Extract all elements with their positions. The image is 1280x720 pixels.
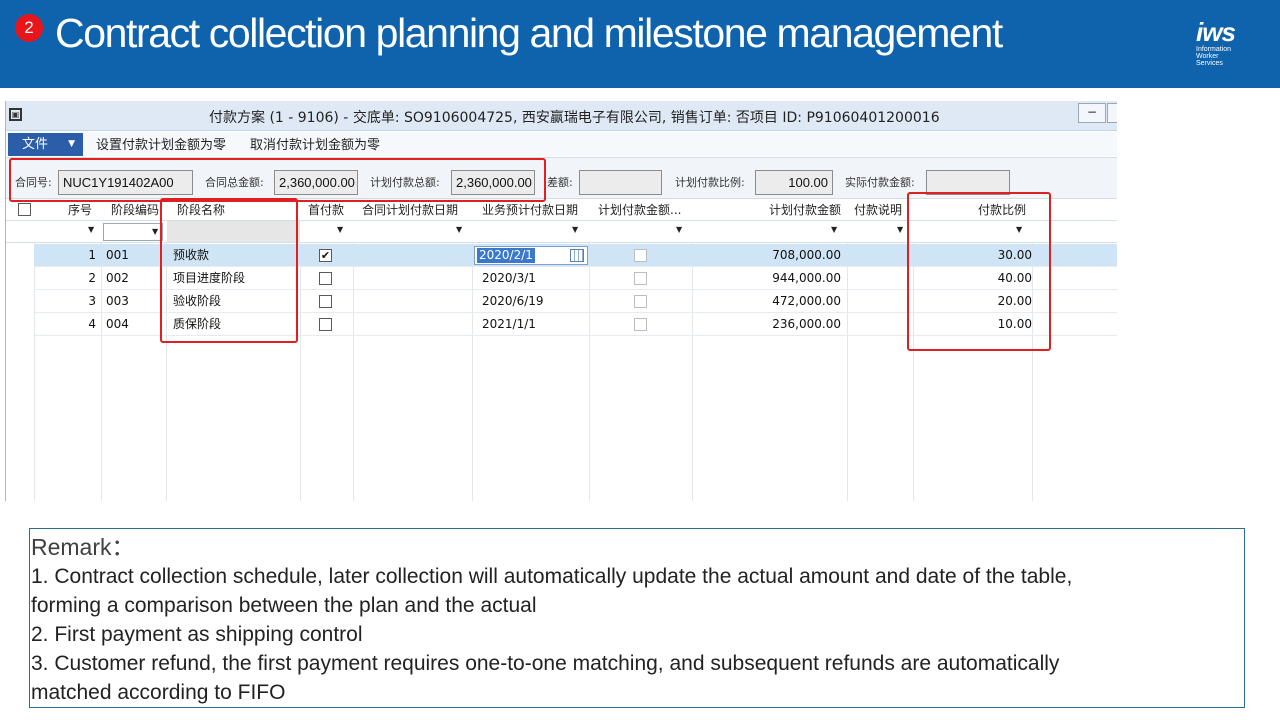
plan-amount-checkbox[interactable] <box>634 272 647 285</box>
logo-subtext-3: Services <box>1196 60 1223 67</box>
filter-dropdown-icon[interactable]: ▼ <box>897 225 903 234</box>
logo-subtext-1: Information <box>1196 46 1232 53</box>
cell-expected-date: 2020/2/1 <box>477 248 535 263</box>
remark-line-3: 3. Customer refund, the first payment re… <box>31 652 1060 675</box>
stage-code-filter-input[interactable]: ▼ <box>103 223 163 241</box>
cell-plan-amount: 708,000.00 <box>772 248 841 262</box>
expected-date-input[interactable]: 2020/2/1 <box>474 246 588 265</box>
remark-box: Remark： 1. Contract collection schedule,… <box>29 528 1245 708</box>
step-badge: 2 <box>15 14 43 42</box>
filter-dropdown-icon[interactable]: ▼ <box>831 225 837 234</box>
cell-plan-amount: 236,000.00 <box>772 317 841 331</box>
cell-stage-code: 004 <box>106 317 129 331</box>
filter-dropdown-icon: ▼ <box>152 227 159 236</box>
first-payment-checkbox[interactable] <box>319 318 332 331</box>
highlight-payment-ratio-column <box>907 192 1051 351</box>
filter-dropdown-icon[interactable]: ▼ <box>572 225 578 234</box>
filter-dropdown-icon[interactable]: ▼ <box>456 225 462 234</box>
window-title: 付款方案 (1 - 9106) - 交底单: SO9106004725, 西安赢… <box>209 110 940 126</box>
plan-amount-checkbox[interactable] <box>634 318 647 331</box>
cell-seq: 2 <box>88 271 96 285</box>
col-header-first-payment[interactable]: 首付款 <box>308 199 344 221</box>
remark-title: Remark： <box>31 534 135 560</box>
title-banner: 2 Contract collection planning and miles… <box>0 0 1280 88</box>
first-payment-checkbox[interactable]: ✔ <box>319 249 332 262</box>
remark-line-3-continued: matched according to FIFO <box>31 681 286 704</box>
select-all-checkbox[interactable] <box>18 203 31 216</box>
file-menu-button[interactable]: 文件 ▼ <box>8 133 83 156</box>
minimize-button[interactable]: − <box>1078 103 1106 123</box>
cell-expected-date: 2021/1/1 <box>482 317 536 331</box>
cell-expected-date: 2020/3/1 <box>482 271 536 285</box>
filter-dropdown-icon[interactable]: ▼ <box>676 225 682 234</box>
cell-plan-amount: 944,000.00 <box>772 271 841 285</box>
remark-line-1-continued: forming a comparison between the plan an… <box>31 594 537 617</box>
calendar-icon[interactable] <box>570 249 584 262</box>
filter-dropdown-icon[interactable]: ▼ <box>337 225 343 234</box>
plan-amount-checkbox[interactable] <box>634 249 647 262</box>
highlight-contract-summary <box>9 158 546 202</box>
highlight-stage-name-column <box>160 198 298 343</box>
file-menu-label: 文件 <box>22 137 49 152</box>
col-header-stage-code[interactable]: 阶段编码 <box>111 199 159 221</box>
cell-stage-code: 002 <box>106 271 129 285</box>
window-titlebar: ▣ 付款方案 (1 - 9106) - 交底单: SO9106004725, 西… <box>6 101 1117 131</box>
remark-line-2: 2. First payment as shipping control <box>31 623 363 646</box>
cell-plan-amount: 472,000.00 <box>772 294 841 308</box>
slide-title: Contract collection planning and milesto… <box>55 10 1003 56</box>
plan-amount-checkbox[interactable] <box>634 295 647 308</box>
difference-field[interactable] <box>579 170 662 195</box>
col-header-seq[interactable]: 序号 <box>68 199 92 221</box>
chevron-down-icon: ▼ <box>68 139 75 149</box>
plan-ratio-label: 计划付款比例: <box>675 176 745 189</box>
first-payment-checkbox[interactable] <box>319 295 332 308</box>
first-payment-checkbox[interactable] <box>319 272 332 285</box>
cancel-plan-amount-zero-button[interactable]: 取消付款计划金额为零 <box>250 134 380 153</box>
col-header-expected-date[interactable]: 业务预计付款日期 <box>482 199 578 221</box>
col-header-contract-plan-date[interactable]: 合同计划付款日期 <box>362 199 458 221</box>
actual-amount-label: 实际付款金额: <box>845 176 915 189</box>
remark-line-1: 1. Contract collection schedule, later c… <box>31 565 1073 588</box>
col-header-payment-note[interactable]: 付款说明 <box>854 199 902 221</box>
set-plan-amount-zero-button[interactable]: 设置付款计划金额为零 <box>96 134 226 153</box>
cell-expected-date: 2020/6/19 <box>482 294 544 308</box>
menu-bar: 文件 ▼ 设置付款计划金额为零 取消付款计划金额为零 <box>6 132 1117 156</box>
col-header-plan-amount[interactable]: 计划付款金额 <box>756 199 841 221</box>
cell-stage-code: 001 <box>106 248 129 262</box>
plan-ratio-field[interactable]: 100.00 <box>755 170 833 195</box>
iws-logo: iws Information Worker Services <box>1196 18 1260 80</box>
window-app-icon: ▣ <box>9 108 22 121</box>
cell-stage-code: 003 <box>106 294 129 308</box>
cell-seq: 1 <box>88 248 96 262</box>
logo-wordmark: iws <box>1196 17 1236 47</box>
filter-dropdown-icon[interactable]: ▼ <box>88 225 94 234</box>
cell-seq: 3 <box>88 294 96 308</box>
difference-label: 差额: <box>547 176 573 189</box>
logo-subtext-2: Worker <box>1196 53 1219 60</box>
cell-seq: 4 <box>88 317 96 331</box>
col-header-plan-amount-truncated[interactable]: 计划付款金额... <box>598 199 681 221</box>
restore-button[interactable]: ▫ <box>1107 103 1117 123</box>
